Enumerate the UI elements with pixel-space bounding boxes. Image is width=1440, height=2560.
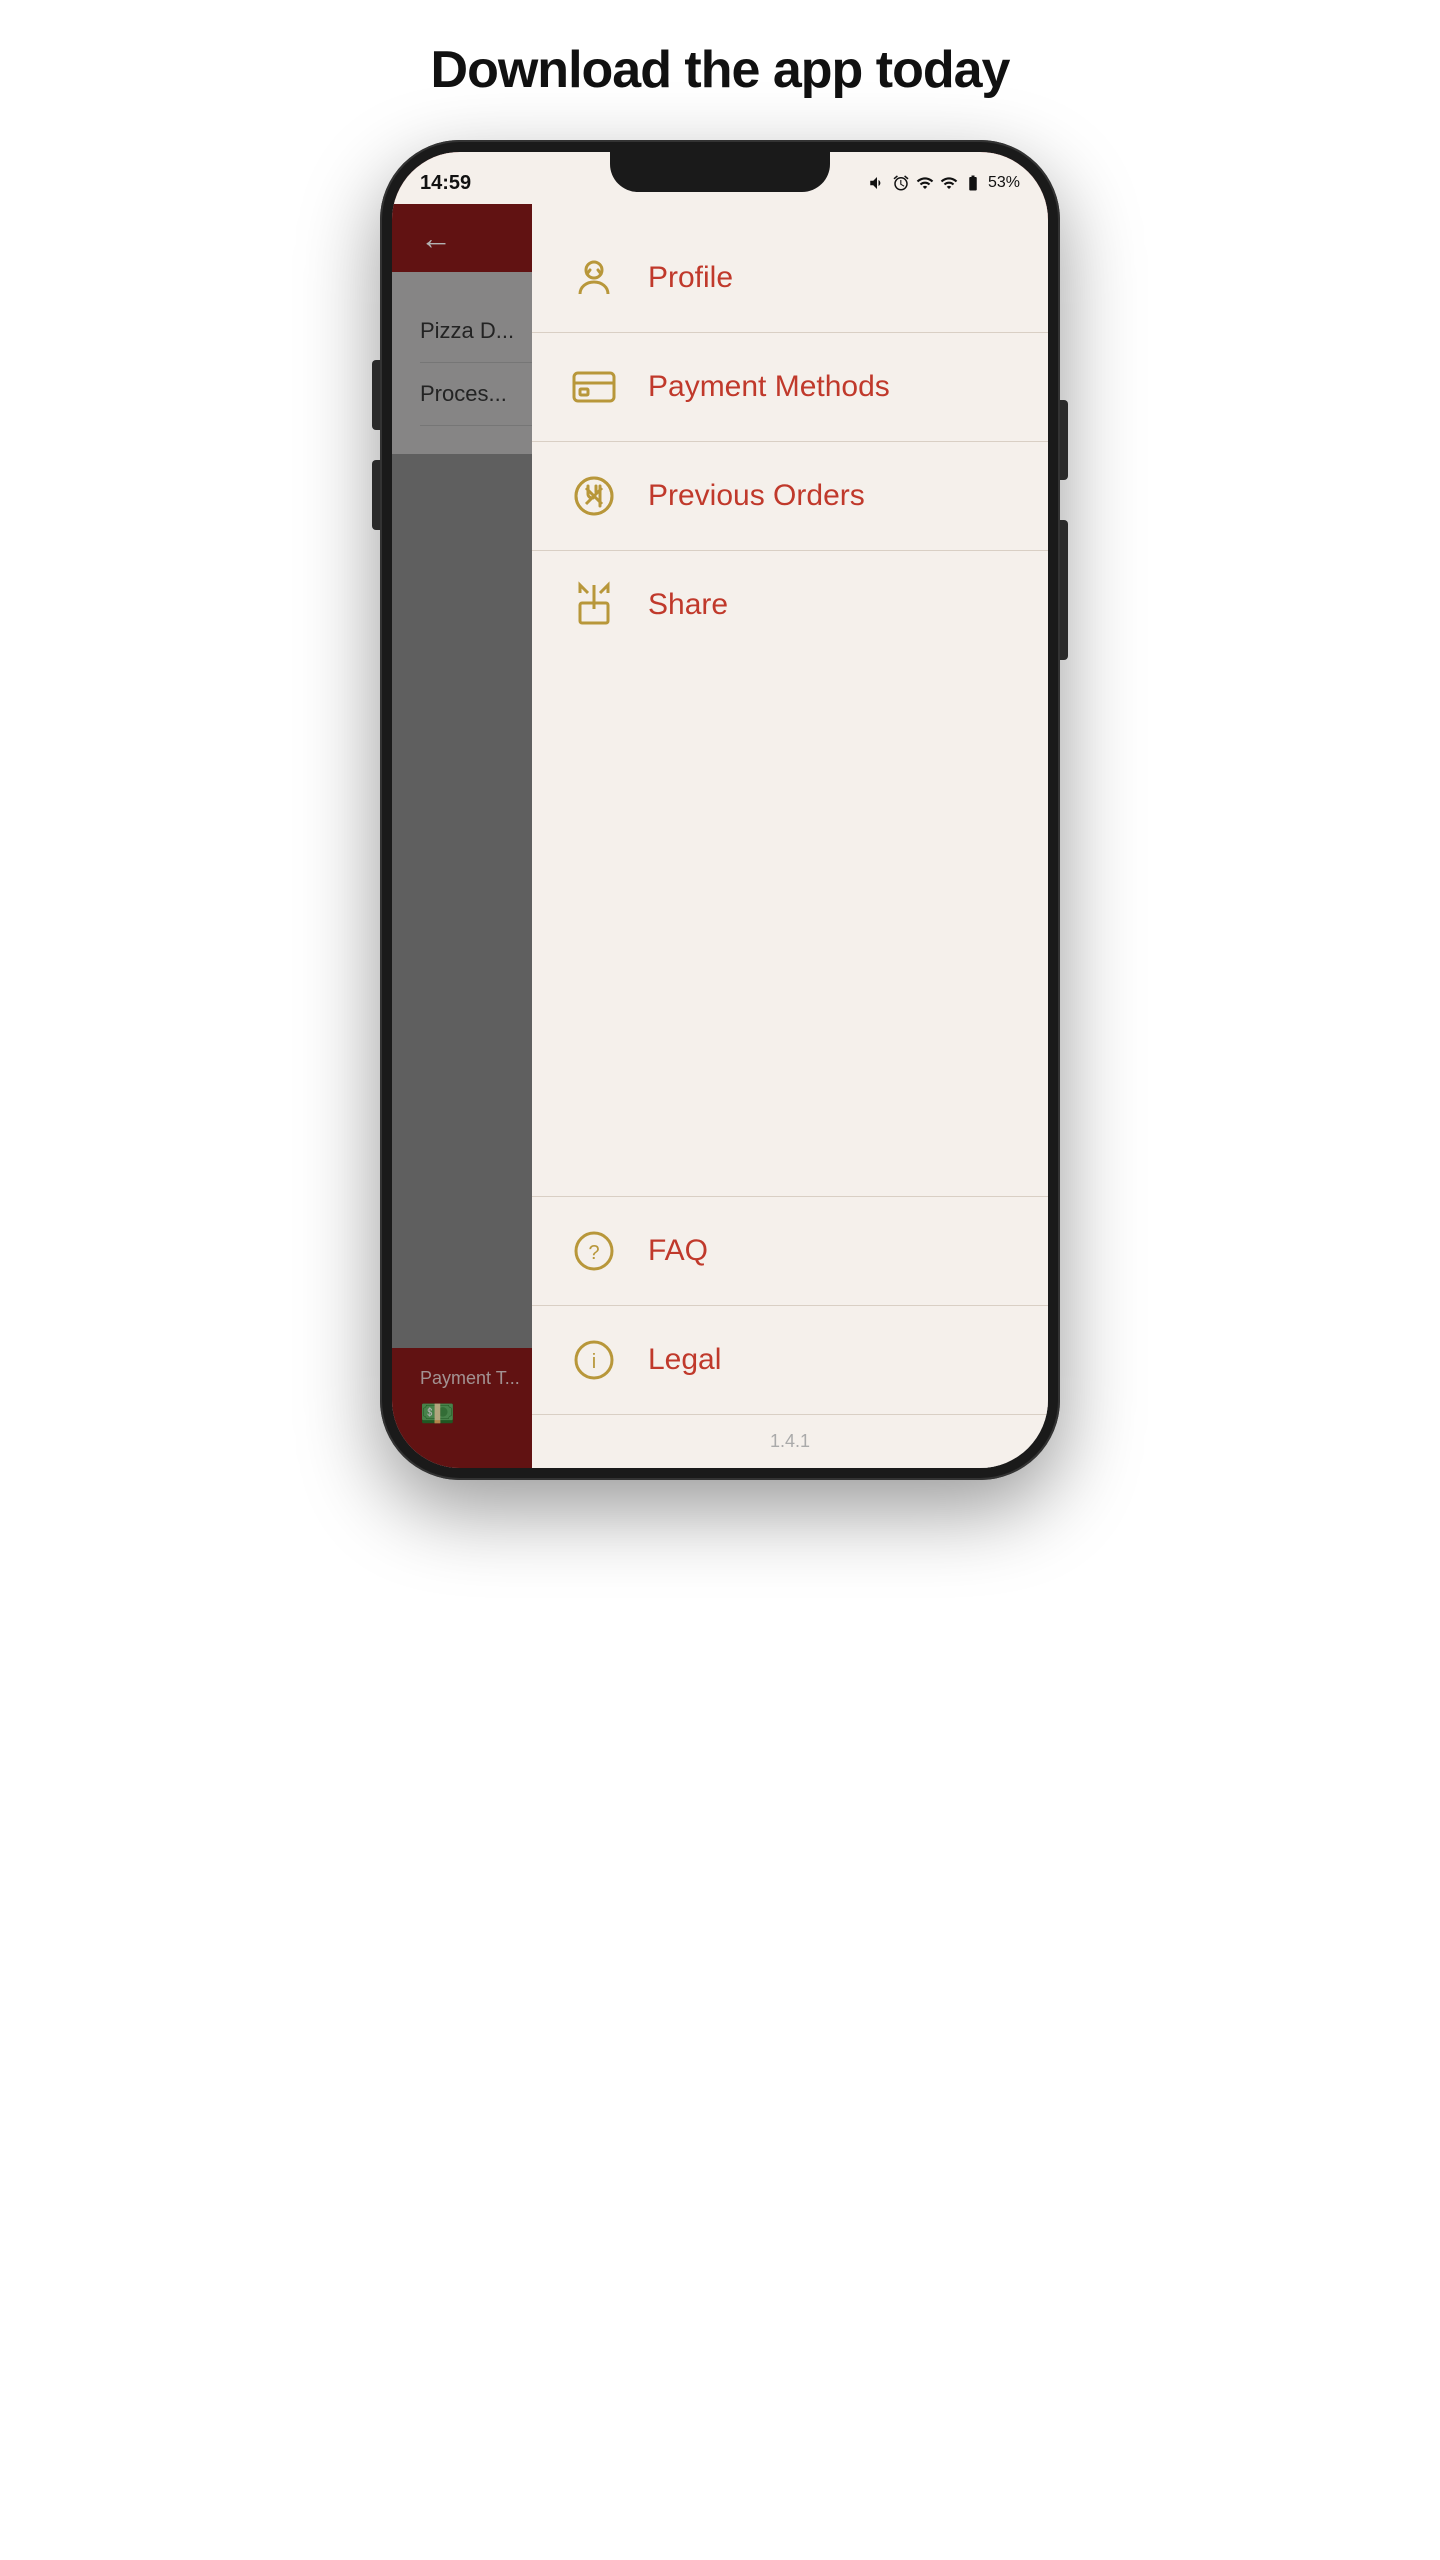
phone-shell: 14:59 53% ← Pizza D... Proc bbox=[380, 140, 1060, 1480]
signal-icon bbox=[916, 174, 934, 192]
share-label: Share bbox=[648, 588, 728, 622]
status-time: 14:59 bbox=[420, 172, 471, 195]
previous-orders-label: Previous Orders bbox=[648, 479, 865, 513]
payment-icon bbox=[568, 361, 620, 413]
share-icon bbox=[568, 579, 620, 631]
drawer-menu: Profile Payment Methods bbox=[532, 204, 1048, 720]
drawer-spacer bbox=[532, 720, 1048, 1196]
menu-item-faq[interactable]: ? FAQ bbox=[532, 1197, 1048, 1306]
menu-item-profile[interactable]: Profile bbox=[532, 224, 1048, 333]
battery-percentage: 53% bbox=[988, 174, 1020, 192]
drawer-overlay: Profile Payment Methods bbox=[392, 204, 1048, 1468]
legal-label: Legal bbox=[648, 1343, 721, 1377]
volume-up-button bbox=[372, 360, 380, 430]
profile-label: Profile bbox=[648, 261, 733, 295]
drawer-dim[interactable] bbox=[392, 204, 532, 1468]
menu-item-payment[interactable]: Payment Methods bbox=[532, 333, 1048, 442]
orders-icon bbox=[568, 470, 620, 522]
drawer-bottom: ? FAQ i Legal bbox=[532, 1196, 1048, 1468]
menu-item-previous-orders[interactable]: Previous Orders bbox=[532, 442, 1048, 551]
svg-text:?: ? bbox=[588, 1242, 599, 1264]
faq-icon: ? bbox=[568, 1225, 620, 1277]
phone-screen: 14:59 53% ← Pizza D... Proc bbox=[392, 152, 1048, 1468]
version-text: 1.4.1 bbox=[532, 1415, 1048, 1468]
alarm-icon bbox=[892, 174, 910, 192]
volume-down-button bbox=[372, 460, 380, 530]
profile-icon bbox=[568, 252, 620, 304]
faq-label: FAQ bbox=[648, 1234, 708, 1268]
page-title: Download the app today bbox=[431, 40, 1010, 100]
svg-text:i: i bbox=[592, 1351, 596, 1373]
legal-icon: i bbox=[568, 1334, 620, 1386]
battery-icon bbox=[964, 174, 982, 192]
wifi-icon bbox=[940, 174, 958, 192]
payment-label: Payment Methods bbox=[648, 370, 890, 404]
menu-item-legal[interactable]: i Legal bbox=[532, 1306, 1048, 1415]
menu-item-share[interactable]: Share bbox=[532, 551, 1048, 659]
mute-icon bbox=[868, 174, 886, 192]
notch bbox=[610, 152, 830, 192]
drawer-panel: Profile Payment Methods bbox=[532, 204, 1048, 1468]
status-icons: 53% bbox=[868, 174, 1020, 192]
